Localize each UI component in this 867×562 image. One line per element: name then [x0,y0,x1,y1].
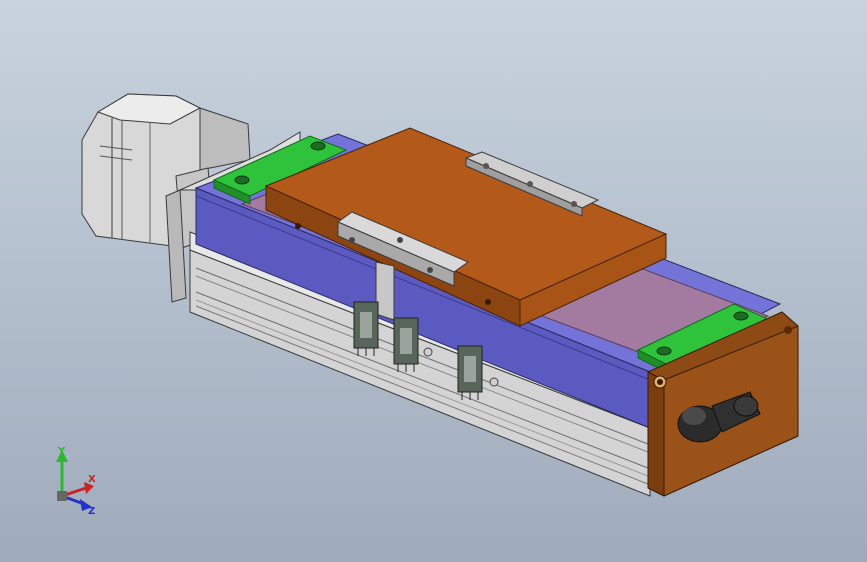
linear-module-model[interactable] [0,0,867,562]
sensor-flag [375,261,395,321]
limit-sensor[interactable] [353,301,379,356]
graphics-viewport[interactable]: Y X Z [0,0,867,562]
x-axis-label: X [88,474,96,485]
triad-origin [57,491,67,501]
coordinate-triad: Y X Z [56,446,96,517]
z-axis-label: Z [88,506,95,517]
y-axis-label: Y [57,446,66,457]
